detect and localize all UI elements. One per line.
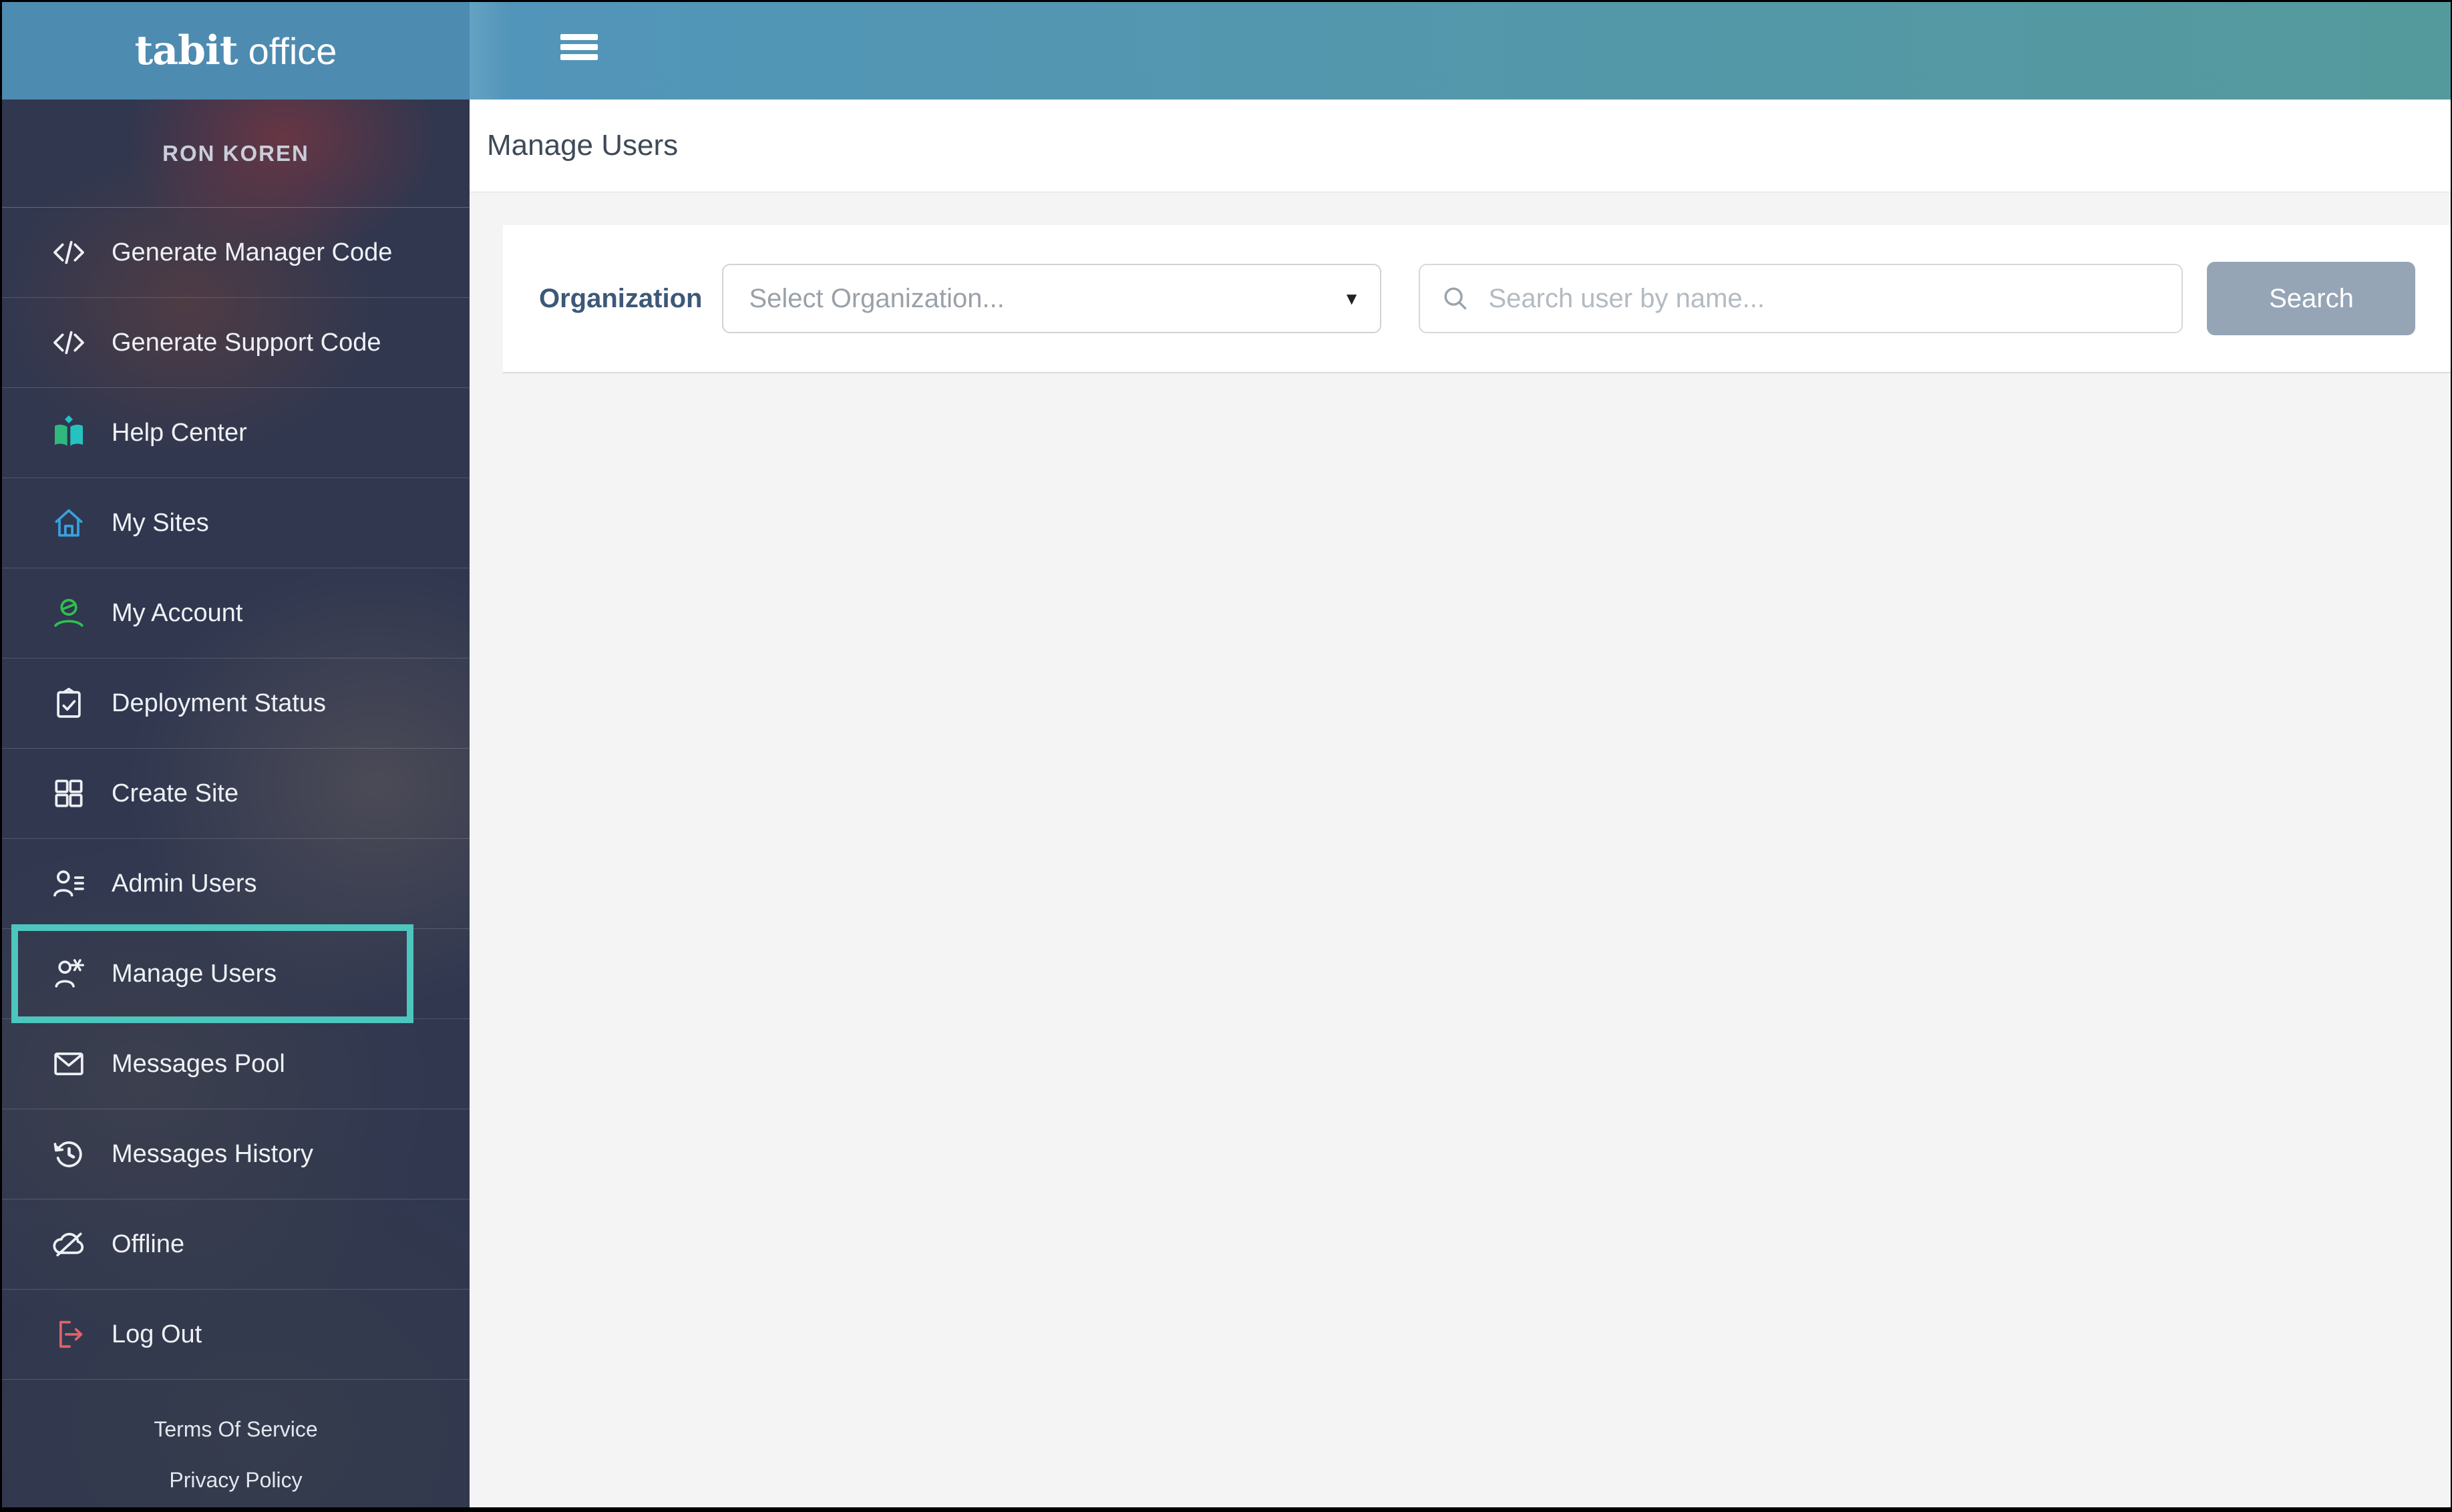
sidebar-item-label: Log Out: [112, 1320, 202, 1348]
legal-links: Terms Of Service Privacy Policy: [2, 1380, 470, 1505]
logo-brand-light: office: [248, 29, 337, 72]
terms-of-service-link[interactable]: Terms Of Service: [2, 1404, 470, 1455]
organization-select[interactable]: Select Organization... ▼: [722, 264, 1382, 333]
sidebar-nav: Generate Manager Code Generate Support C…: [2, 208, 470, 1380]
sidebar-item-offline[interactable]: Offline: [2, 1199, 470, 1289]
sidebar-item-label: My Sites: [112, 508, 209, 537]
sidebar-item-help-center[interactable]: Help Center: [2, 387, 470, 478]
sidebar-item-label: Create Site: [112, 779, 239, 807]
hamburger-icon[interactable]: [560, 34, 598, 64]
sidebar-item-label: My Account: [112, 598, 243, 627]
sidebar-item-label: Help Center: [112, 418, 247, 447]
sidebar-item-label: Admin Users: [112, 869, 257, 898]
help-book-icon: [50, 414, 87, 451]
logout-icon: [50, 1316, 87, 1353]
profile-section: RON KOREN: [2, 100, 470, 208]
sidebar-item-log-out[interactable]: Log Out: [2, 1289, 470, 1379]
caret-down-icon: ▼: [1343, 288, 1361, 309]
screen: tabit office RON KOREN Generate Manager …: [0, 0, 2452, 1512]
grid-icon: [50, 775, 87, 812]
envelope-icon: [50, 1045, 87, 1083]
sidebar-item-my-account[interactable]: My Account: [2, 568, 470, 658]
sidebar-item-label: Messages History: [112, 1139, 313, 1168]
offline-cloud-icon: [50, 1225, 87, 1263]
code-icon: [50, 234, 87, 271]
sidebar-item-label: Offline: [112, 1230, 185, 1258]
search-icon: [1444, 287, 1467, 310]
main-content: Manage Users Organization Select Organiz…: [470, 100, 2451, 1507]
clipboard-check-icon: [50, 685, 87, 722]
search-input[interactable]: [1487, 282, 2166, 315]
history-icon: [50, 1135, 87, 1173]
sidebar-item-label: Generate Manager Code: [112, 238, 393, 266]
home-icon: [50, 504, 87, 542]
organization-select-placeholder: Select Organization...: [749, 283, 1005, 313]
sidebar-item-create-site[interactable]: Create Site: [2, 748, 470, 838]
topbar: [470, 2, 2451, 100]
privacy-policy-link[interactable]: Privacy Policy: [2, 1455, 470, 1505]
sidebar-item-admin-users[interactable]: Admin Users: [2, 838, 470, 928]
search-user-field[interactable]: [1419, 264, 2183, 333]
organization-label: Organization: [539, 283, 703, 313]
sidebar-item-label: Manage Users: [112, 959, 277, 988]
sidebar-item-label: Messages Pool: [112, 1049, 285, 1078]
user-gear-icon: [50, 955, 87, 992]
account-icon: [50, 594, 87, 632]
page-title: Manage Users: [487, 129, 679, 162]
search-button[interactable]: Search: [2207, 262, 2416, 335]
admin-users-icon: [50, 865, 87, 902]
page-heading-bar: Manage Users: [470, 100, 2451, 192]
sidebar-item-messages-pool[interactable]: Messages Pool: [2, 1018, 470, 1109]
logo-brand-bold: tabit: [134, 27, 238, 74]
sidebar-item-messages-history[interactable]: Messages History: [2, 1109, 470, 1199]
sidebar-item-label: Generate Support Code: [112, 328, 381, 357]
app-logo: tabit office: [2, 2, 470, 100]
sidebar-item-label: Deployment Status: [112, 689, 327, 717]
filter-bar: Organization Select Organization... ▼ Se…: [503, 225, 2451, 373]
sidebar: tabit office RON KOREN Generate Manager …: [2, 2, 470, 1507]
sidebar-item-generate-manager-code[interactable]: Generate Manager Code: [2, 208, 470, 297]
sidebar-item-my-sites[interactable]: My Sites: [2, 478, 470, 568]
code-icon: [50, 324, 87, 361]
sidebar-item-deployment-status[interactable]: Deployment Status: [2, 658, 470, 748]
sidebar-item-generate-support-code[interactable]: Generate Support Code: [2, 297, 470, 387]
app-window: tabit office RON KOREN Generate Manager …: [2, 2, 2451, 1507]
sidebar-item-manage-users[interactable]: Manage Users: [2, 924, 470, 1023]
user-name: RON KOREN: [162, 140, 309, 166]
